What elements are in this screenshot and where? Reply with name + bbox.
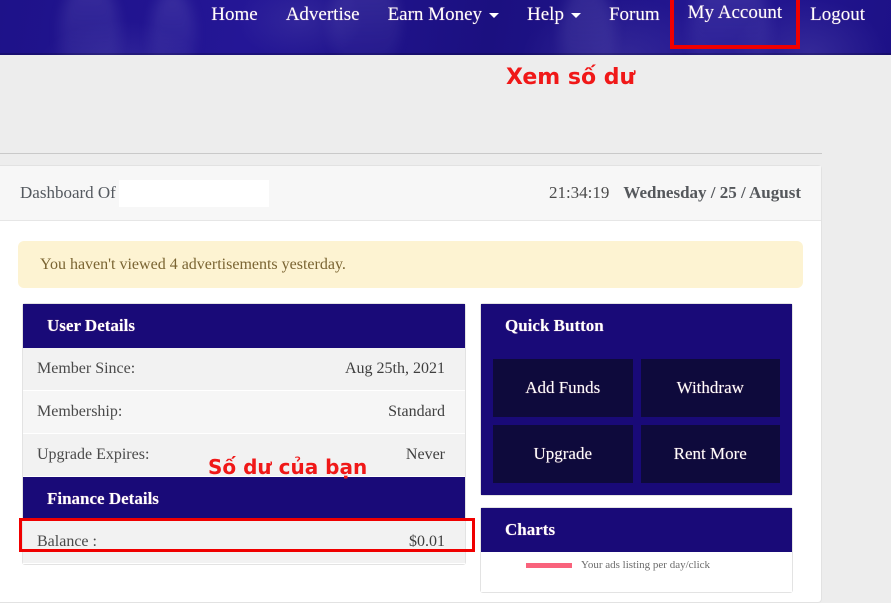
charts-heading: Charts [481,508,792,552]
detail-label: Upgrade Expires: [37,446,150,463]
button-label: Withdraw [676,378,744,397]
dashboard-header: Dashboard Of 21:34:19 Wednesday / 25 / A… [0,166,821,221]
nav-item-label: My Account [687,2,783,23]
annotation-your-balance: Số dư của bạn [208,455,368,479]
quick-button-grid: Add Funds Withdraw Upgrade Rent More [481,348,792,495]
nav-item-earn-money[interactable]: Earn Money [374,0,513,30]
detail-row-membership: Membership: Standard [23,391,465,434]
nav-item-label: Forum [608,4,660,25]
nav-item-label: Logout [810,4,865,25]
nav-menu: Home Advertise Earn Money Help Forum My … [0,0,891,49]
nav-item-advertise[interactable]: Advertise [272,0,374,30]
detail-row-member-since: Member Since: Aug 25th, 2021 [23,348,465,391]
charts-card: Charts Your ads listing per day/click [480,507,793,593]
alert-banner: You haven't viewed 4 advertisements yest… [18,241,803,288]
left-column: User Details Member Since: Aug 25th, 202… [19,303,475,565]
right-column: Quick Button Add Funds Withdraw Upgrade … [480,303,793,593]
nav-item-home[interactable]: Home [197,0,271,30]
chart-legend: Your ads listing per day/click [526,559,710,571]
nav-item-label: Advertise [285,4,360,25]
detail-value: Never [405,446,445,463]
detail-label: Membership: [37,403,123,420]
legend-color-swatch [526,562,572,568]
dashboard-datetime: 21:34:19 Wednesday / 25 / August [549,183,801,203]
quick-button-heading: Quick Button [481,304,792,348]
user-details-card: User Details Member Since: Aug 25th, 202… [19,303,475,565]
clock-date: Wednesday / 25 / August [623,183,801,202]
balance-value: $0.01 [409,533,445,550]
detail-value: Standard [388,403,445,420]
nav-item-label: Home [211,4,258,25]
chevron-down-icon [570,12,581,18]
add-funds-button[interactable]: Add Funds [493,359,633,417]
nav-item-help[interactable]: Help [513,0,595,30]
nav-item-logout[interactable]: Logout [796,0,879,30]
clock-time: 21:34:19 [548,183,610,202]
nav-item-my-account[interactable]: My Account [669,0,801,49]
detail-label: Balance : [37,533,97,550]
charts-body: Your ads listing per day/click [481,552,792,592]
username-redaction-box [119,180,269,207]
quick-button-card: Quick Button Add Funds Withdraw Upgrade … [480,303,793,496]
chevron-down-icon [489,12,500,18]
user-details-heading: User Details [23,304,465,348]
detail-value: Aug 25th, 2021 [345,360,445,377]
dashboard-columns: User Details Member Since: Aug 25th, 202… [0,288,821,593]
nav-item-label: Earn Money [387,4,483,25]
horizontal-divider [0,153,822,154]
withdraw-button[interactable]: Withdraw [640,359,780,417]
button-label: Rent More [673,444,747,463]
top-navigation-bar: Home Advertise Earn Money Help Forum My … [0,0,891,55]
detail-row-balance: Balance : $0.01 [19,518,475,564]
page-body: Xem số dư Dashboard Of 21:34:19 Wednesda… [0,55,891,603]
detail-label: Member Since: [37,360,136,377]
nav-item-label: Help [527,4,564,25]
nav-item-forum[interactable]: Forum [595,0,674,30]
button-label: Add Funds [525,378,601,397]
annotation-view-balance: Xem số dư [506,65,636,90]
button-label: Upgrade [533,444,593,463]
legend-label: Your ads listing per day/click [581,559,711,571]
main-container: Dashboard Of 21:34:19 Wednesday / 25 / A… [0,165,822,603]
alert-message: You haven't viewed 4 advertisements yest… [40,255,346,273]
page-title: Dashboard Of [20,183,116,202]
upgrade-button[interactable]: Upgrade [493,425,633,483]
finance-details-heading: Finance Details [23,477,465,521]
rent-more-button[interactable]: Rent More [640,425,780,483]
